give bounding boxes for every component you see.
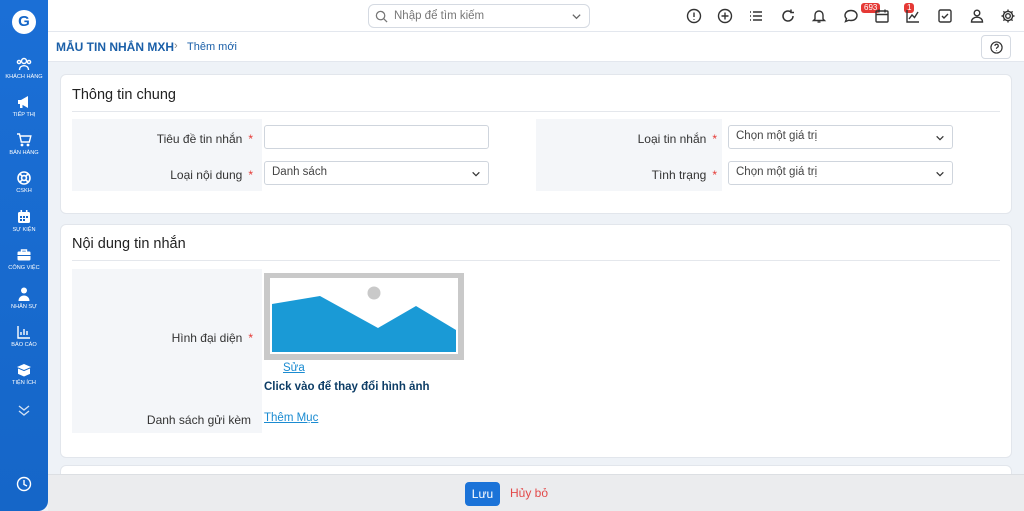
message-title-input[interactable]	[264, 125, 489, 149]
calendar-icon	[18, 210, 30, 223]
image-placeholder	[270, 278, 458, 354]
app-logo[interactable]: G	[12, 10, 36, 34]
content-type-select[interactable]: Danh sách	[264, 161, 489, 185]
status-select[interactable]: Chọn một giá trị	[728, 161, 953, 185]
search-icon	[375, 10, 388, 23]
status-value: Chọn một giá trị	[736, 166, 818, 178]
search-input[interactable]: Nhập để tìm kiếm	[394, 10, 484, 22]
action-bar: Lưu Hủy bỏ	[48, 474, 1024, 511]
cancel-button[interactable]: Hủy bỏ	[510, 486, 548, 500]
breadcrumb-bar: MẪU TIN NHẮN MXH › Thêm mới	[48, 32, 1024, 62]
alert-circle-icon[interactable]	[686, 8, 702, 24]
sidebar-item-label: NHÂN SỰ	[11, 304, 37, 310]
message-type-select[interactable]: Chọn một giá trị	[728, 125, 953, 149]
edit-image-link[interactable]: Sửa	[283, 362, 305, 374]
message-type-label: Loại tin nhắn *	[637, 132, 717, 146]
sidebar: G KHÁCH HÀNG TIẾP THỊ BÁN HÀNG CSKH SỰ K…	[0, 0, 48, 511]
message-content-card: Nội dung tin nhắn Hình đại diện * Sửa Cli…	[60, 224, 1012, 458]
label-column	[72, 269, 262, 433]
box-icon	[17, 364, 31, 377]
sidebar-item-label: TIẾP THỊ	[12, 112, 36, 118]
chevron-down-icon	[936, 135, 944, 141]
double-chevron-down-icon[interactable]	[16, 402, 32, 418]
chevron-down-icon	[472, 171, 480, 177]
status-label: Tình trạng *	[651, 168, 717, 182]
add-item-link[interactable]: Thêm Mục	[264, 412, 318, 424]
megaphone-icon	[18, 96, 28, 108]
avatar-image[interactable]	[264, 273, 464, 360]
user-icon[interactable]	[969, 8, 985, 24]
save-button[interactable]: Lưu	[465, 482, 500, 506]
attachments-label: Danh sách gửi kèm	[146, 413, 251, 427]
sidebar-item-label: CÔNG VIỆC	[8, 265, 40, 271]
clock-icon[interactable]	[16, 476, 32, 492]
sidebar-item-tasks[interactable]: CÔNG VIỆC	[0, 247, 48, 271]
image-placeholder-icon	[272, 286, 456, 352]
sidebar-item-label: CSKH	[16, 188, 32, 194]
cart-icon	[17, 133, 32, 147]
sidebar-item-label: TIỆN ÍCH	[12, 380, 36, 386]
chat-icon[interactable]	[843, 8, 859, 24]
breadcrumb-current: Thêm mới	[187, 41, 237, 53]
gear-icon[interactable]	[1000, 8, 1016, 24]
top-bar: Nhập để tìm kiếm 693 1	[48, 0, 1024, 32]
sidebar-item-utilities[interactable]: TIỆN ÍCH	[0, 362, 48, 386]
chevron-down-icon	[572, 14, 581, 20]
line-chart-icon[interactable]	[905, 8, 921, 24]
content-type-label: Loại nội dung *	[170, 168, 253, 182]
chevron-down-icon	[936, 171, 944, 177]
divider	[72, 260, 1000, 261]
general-info-card: Thông tin chung Tiêu đề tin nhắn * Loại n…	[60, 74, 1012, 214]
sidebar-item-marketing[interactable]: TIẾP THỊ	[0, 94, 48, 118]
users-icon	[16, 57, 32, 71]
sidebar-item-sales[interactable]: BÁN HÀNG	[0, 132, 48, 156]
calendar-icon[interactable]	[874, 8, 890, 24]
message-content-title: Nội dung tin nhắn	[72, 236, 186, 252]
lifebuoy-icon	[17, 171, 31, 185]
sidebar-item-reports[interactable]: BÁO CÁO	[0, 324, 48, 348]
checkbox-icon[interactable]	[937, 8, 953, 24]
breadcrumb-root[interactable]: MẪU TIN NHẮN MXH	[56, 40, 174, 54]
sidebar-item-hr[interactable]: NHÂN SỰ	[0, 286, 48, 310]
message-type-value: Chọn một giá trị	[736, 130, 818, 142]
divider	[72, 111, 1000, 112]
briefcase-icon	[17, 249, 31, 261]
sidebar-item-label: SỰ KIỆN	[12, 227, 36, 233]
avatar-label: Hình đại diện *	[171, 331, 253, 345]
question-icon	[990, 41, 1003, 54]
add-circle-icon[interactable]	[717, 8, 733, 24]
sidebar-item-label: BÁO CÁO	[11, 342, 37, 348]
sidebar-item-label: KHÁCH HÀNG	[5, 74, 43, 80]
general-info-title: Thông tin chung	[72, 87, 176, 103]
list-icon[interactable]	[748, 8, 764, 24]
bar-chart-icon	[17, 326, 30, 339]
global-search[interactable]: Nhập để tìm kiếm	[368, 4, 590, 28]
breadcrumb-separator: ›	[174, 40, 178, 52]
bell-icon[interactable]	[811, 8, 827, 24]
content-type-value: Danh sách	[272, 166, 327, 178]
change-image-hint[interactable]: Click vào để thay đổi hình ảnh	[264, 381, 430, 393]
help-button[interactable]	[981, 35, 1011, 59]
person-icon	[18, 287, 30, 301]
sidebar-item-customers[interactable]: KHÁCH HÀNG	[0, 56, 48, 80]
message-title-label: Tiêu đề tin nhắn *	[156, 132, 253, 146]
refresh-icon[interactable]	[780, 8, 796, 24]
sidebar-item-support[interactable]: CSKH	[0, 170, 48, 194]
sidebar-item-label: BÁN HÀNG	[9, 150, 39, 156]
sidebar-item-events[interactable]: SỰ KIỆN	[0, 209, 48, 233]
